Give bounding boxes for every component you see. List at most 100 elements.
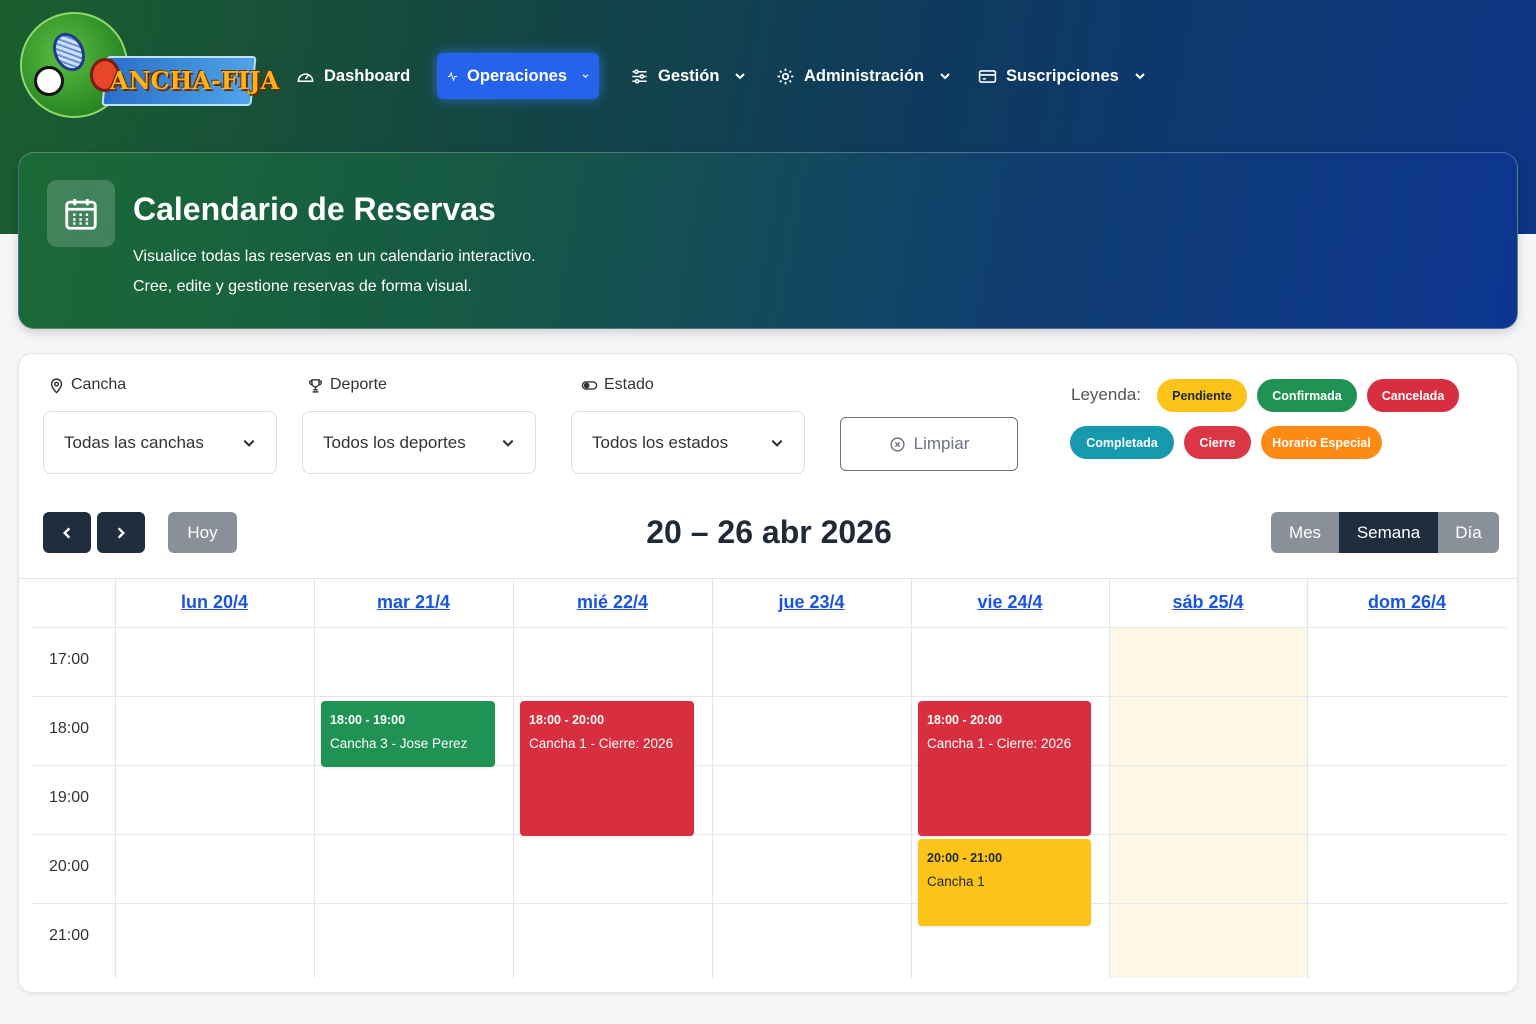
cancha-select[interactable]: Todas las canchas [43, 411, 277, 474]
event-title: Cancha 1 - Cierre: 2026 [529, 736, 674, 751]
day-header-link[interactable]: mar 21/4 [314, 592, 513, 622]
hour-row-line [32, 627, 1507, 628]
prev-week-button[interactable] [43, 512, 91, 553]
day-column-divider [115, 578, 116, 978]
calendar-event[interactable]: 18:00 - 20:00 Cancha 1 - Cierre: 2026 [918, 701, 1091, 836]
map-pin-icon [50, 377, 63, 394]
chevron-down-icon [940, 73, 950, 80]
hour-row-line [32, 903, 1507, 904]
page-header: Calendario de Reservas Visualice todas l… [18, 152, 1518, 329]
chevron-down-icon [1135, 73, 1145, 80]
nav-operaciones[interactable]: Operaciones [437, 53, 599, 99]
card-icon [978, 69, 997, 83]
chevron-down-icon [735, 73, 746, 80]
view-day-button[interactable]: Día [1438, 512, 1499, 553]
trophy-icon [309, 378, 322, 393]
calendar-icon [47, 180, 115, 247]
event-time: 20:00 - 21:00 [927, 851, 1003, 865]
view-week-button[interactable]: Semana [1339, 512, 1438, 553]
event-time: 18:00 - 20:00 [927, 713, 1003, 727]
estado-label-text: Estado [604, 376, 654, 393]
chevron-down-icon [502, 439, 514, 447]
time-slot-label: 18:00 [49, 720, 90, 737]
clear-filters-button[interactable]: Limpiar [840, 417, 1018, 471]
chevron-down-icon [771, 439, 783, 447]
page-subtitle-1: Visualice todas las reservas en un calen… [133, 248, 536, 265]
event-time: 18:00 - 19:00 [330, 713, 406, 727]
chevron-left-icon [63, 527, 71, 538]
time-slot-label: 17:00 [49, 651, 90, 668]
legend-badge: Horario Especial [1261, 426, 1382, 459]
nav-operaciones-label: Operaciones [467, 66, 568, 85]
clear-filters-label: Limpiar [913, 434, 970, 453]
day-column-divider [712, 578, 713, 978]
view-month-button[interactable]: Mes [1271, 512, 1339, 553]
legend-badge: Pendiente [1157, 379, 1247, 412]
deporte-label-text: Deporte [330, 376, 387, 393]
nav-gestion[interactable]: Gestión [620, 53, 756, 99]
event-title: Cancha 3 - Jose Perez [330, 736, 468, 751]
today-button[interactable]: Hoy [168, 512, 237, 553]
day-header-link[interactable]: mié 22/4 [513, 592, 712, 622]
week-calendar-grid: lun 20/4 mar 21/4 mié 22/4 jue 23/4 vie 24/4… [19, 578, 1517, 992]
deporte-select-value: Todos los deportes [323, 432, 466, 452]
toggle-icon [581, 380, 598, 390]
gauge-icon [297, 72, 314, 82]
legend-label: Leyenda: [1071, 385, 1141, 404]
event-title: Cancha 1 [927, 874, 985, 889]
estado-select-value: Todos los estados [592, 432, 729, 452]
day-header-link[interactable]: sáb 25/4 [1109, 592, 1307, 622]
hour-row-line [32, 765, 1507, 766]
activity-icon [447, 70, 458, 82]
next-week-button[interactable] [97, 512, 145, 553]
soccer-ball-icon [34, 66, 64, 96]
nav-suscripciones[interactable]: Suscripciones [968, 53, 1156, 99]
day-header-link[interactable]: jue 23/4 [712, 592, 911, 622]
view-switcher: Mes Semana Día [1271, 512, 1499, 553]
time-slot-label: 19:00 [49, 789, 90, 806]
chevron-right-icon [117, 527, 125, 538]
cancha-filter-label: Cancha [48, 376, 126, 394]
nav-dashboard-label: Dashboard [324, 66, 411, 85]
estado-select[interactable]: Todos los estados [571, 411, 805, 474]
nav-suscripciones-label: Suscripciones [1006, 66, 1119, 85]
app-logo[interactable]: ANCHA-FIJA [18, 12, 280, 120]
calendar-header-divider [19, 578, 1517, 579]
day-column-divider [911, 578, 912, 978]
hour-row-line [32, 834, 1507, 835]
sliders-icon [632, 68, 647, 84]
cancha-label-text: Cancha [71, 376, 127, 393]
deporte-select[interactable]: Todos los deportes [302, 411, 536, 474]
calendar-event[interactable]: 18:00 - 19:00 Cancha 3 - Jose Perez [321, 701, 495, 767]
legend-badge: Cancelada [1367, 379, 1459, 412]
day-column-divider [513, 578, 514, 978]
gear-icon [777, 68, 794, 84]
date-range-title: 20 – 26 abr 2026 [646, 514, 892, 550]
legend-badge: Cierre [1184, 426, 1251, 459]
navbar: ANCHA-FIJA Dashboard Operaciones Gestión… [0, 0, 1536, 150]
logo-text: ANCHA-FIJA [110, 66, 280, 95]
calendar-event[interactable]: 20:00 - 21:00 Cancha 1 [918, 839, 1091, 926]
cancha-select-value: Todas las canchas [64, 432, 204, 452]
chevron-down-icon [243, 439, 255, 447]
calendar-card: Cancha Todas las canchas Deporte Todos l… [18, 353, 1518, 993]
time-slot-label: 20:00 [49, 858, 90, 875]
nav-dashboard[interactable]: Dashboard [286, 53, 420, 99]
day-header-link[interactable]: vie 24/4 [911, 592, 1109, 622]
hour-row-line [32, 696, 1507, 697]
day-column-divider [1109, 578, 1110, 978]
legend-badge: Confirmada [1257, 379, 1357, 412]
close-circle-icon [890, 436, 905, 452]
legend-badge: Completada [1070, 426, 1174, 459]
calendar-event[interactable]: 18:00 - 20:00 Cancha 1 - Cierre: 2026 [520, 701, 694, 836]
nav-gestion-label: Gestión [658, 66, 720, 85]
estado-filter-label: Estado [581, 376, 654, 394]
day-header-link[interactable]: lun 20/4 [115, 592, 314, 622]
event-title: Cancha 1 - Cierre: 2026 [927, 736, 1072, 751]
day-column-divider [1307, 578, 1308, 978]
nav-administracion[interactable]: Administración [766, 53, 961, 99]
deporte-filter-label: Deporte [307, 376, 387, 394]
page-title: Calendario de Reservas [133, 191, 496, 227]
day-header-link[interactable]: dom 26/4 [1307, 592, 1507, 622]
chevron-down-icon [582, 74, 589, 78]
